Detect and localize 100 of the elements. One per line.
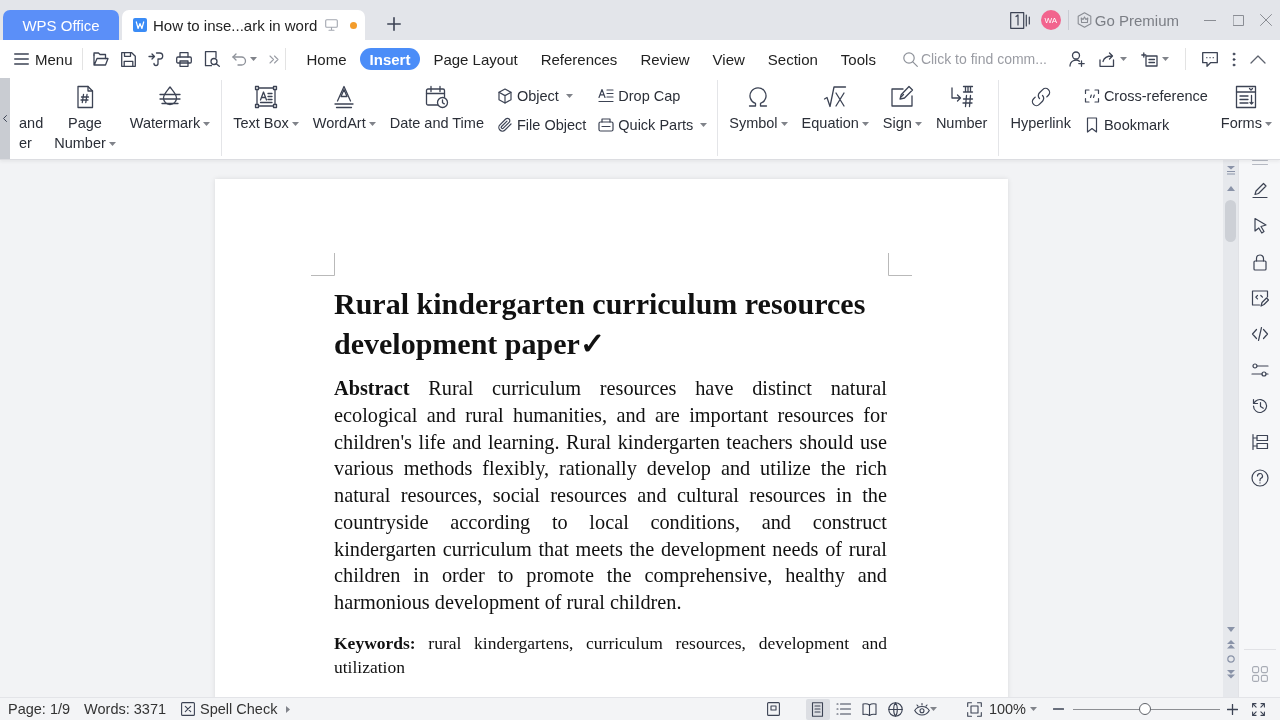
chevron-left-icon — [3, 115, 7, 122]
lock-icon[interactable] — [1250, 253, 1269, 271]
ribbon-button[interactable]: Sign — [879, 80, 925, 133]
drop-cap-icon — [598, 88, 615, 104]
zoom-slider-thumb[interactable] — [1139, 703, 1151, 715]
paperclip-icon — [497, 117, 513, 133]
chevron-up-icon[interactable] — [1250, 54, 1266, 64]
share-icon[interactable] — [1099, 51, 1116, 67]
ribbon-button[interactable]: Bookmark — [1081, 112, 1210, 138]
abstract-paragraph: Abstract Rural curriculum resources have distinct natural ecological and rural humanities, and are important resources for children's life and learning. Rural kindergarten teachers should use various methods flexibly, rationally develop and utilize the rich natural resources, social resources and cultural resources in the countryside according to local conditions, and construct kindergarten curriculum that meets the development needs of rural children in order to promote the comprehensive, healthy and harmonious development of rural children. — [334, 376, 887, 616]
ribbon-tab[interactable]: Section — [757, 48, 828, 70]
help-icon[interactable] — [1250, 469, 1269, 487]
ribbon-button[interactable]: Watermark — [126, 80, 214, 133]
tree-list-icon[interactable] — [1250, 433, 1269, 451]
ribbon-button[interactable]: Page Number — [51, 80, 119, 153]
maximize-icon — [1232, 14, 1244, 26]
ribbon-tab[interactable]: Page Layout — [423, 48, 528, 70]
caret-down-icon — [1030, 707, 1037, 711]
format-painter-icon[interactable] — [147, 51, 164, 67]
cube-icon — [497, 88, 513, 104]
margin-corner-icon — [311, 253, 335, 276]
ribbon-button[interactable]: Object — [495, 83, 589, 109]
ribbon-button[interactable]: File Object — [495, 112, 589, 138]
history-icon[interactable] — [1250, 397, 1269, 415]
ribbon-tab[interactable]: Home — [296, 48, 357, 70]
caret-down-icon — [1162, 57, 1169, 61]
undo-icon[interactable] — [231, 52, 247, 66]
code-edit-icon[interactable] — [1250, 289, 1269, 307]
ribbon-tab[interactable]: Tools — [830, 48, 886, 70]
ribbon-button[interactable]: Hyperlink — [1007, 80, 1074, 133]
more-icon[interactable] — [1232, 51, 1236, 67]
document-logo-icon — [133, 18, 147, 32]
plus-icon[interactable] — [387, 17, 401, 31]
x-box-icon — [181, 702, 196, 716]
outline-view-icon — [836, 701, 852, 717]
eye-icon[interactable] — [913, 702, 930, 716]
caret-down-icon — [249, 57, 257, 61]
ribbon-button[interactable]: Cross-reference — [1081, 83, 1210, 109]
ribbon-button[interactable]: Symbol — [726, 80, 791, 133]
zoom-level-button[interactable]: 100% — [988, 701, 1037, 717]
add-list-icon[interactable] — [1141, 51, 1158, 67]
ribbon-tab[interactable]: References — [530, 48, 628, 70]
reading-layout-icon[interactable] — [1009, 11, 1030, 29]
page-view-icon — [810, 701, 826, 717]
quick-parts-icon — [598, 117, 615, 133]
bracket-frame-icon — [1083, 88, 1100, 104]
ribbon-button[interactable]: and er — [18, 80, 44, 153]
ribbon-button[interactable]: Number — [932, 80, 991, 133]
minimize-icon — [1204, 19, 1216, 21]
ribbon-button[interactable]: Equation — [798, 80, 872, 133]
code-icon[interactable] — [1250, 325, 1269, 343]
search-icon — [902, 51, 918, 67]
view-mode-button[interactable] — [805, 698, 830, 720]
ribbon-button[interactable]: Forms — [1217, 80, 1275, 133]
save-icon[interactable] — [120, 51, 136, 67]
form-icon — [1234, 85, 1259, 109]
ribbon-button[interactable]: Text Box — [230, 80, 302, 133]
folder-icon[interactable] — [92, 52, 109, 66]
close-icon — [1260, 14, 1272, 26]
crown-hexagon-icon — [1076, 12, 1092, 28]
page-icon[interactable] — [766, 702, 780, 716]
reading-view-icon — [862, 701, 878, 717]
margin-corner-icon — [888, 253, 912, 276]
fit-page-icon[interactable] — [966, 701, 982, 717]
page-count: Page: 1/9 — [8, 701, 71, 717]
scrollbar-thumb[interactable] — [1225, 200, 1236, 242]
calendar-clock-icon — [424, 85, 449, 109]
ribbon-button[interactable]: Quick Parts — [596, 112, 710, 138]
ribbon-button[interactable]: Drop Cap — [596, 83, 710, 109]
printer-icon[interactable] — [175, 51, 192, 67]
fullscreen-icon[interactable] — [1252, 702, 1265, 716]
keywords-paragraph: Keywords: rural kindergartens, curriculum resources, development and utilization — [334, 631, 887, 679]
print-preview-icon[interactable] — [203, 51, 220, 67]
comment-icon[interactable] — [1202, 51, 1218, 67]
menu-button[interactable]: Menu — [14, 50, 73, 68]
caret-right-icon[interactable] — [286, 705, 291, 713]
ribbon-tab[interactable]: View — [702, 48, 755, 70]
sliders-icon[interactable] — [1250, 361, 1269, 379]
zoom-in-icon[interactable] — [1227, 703, 1238, 715]
numbering-icon — [949, 85, 974, 109]
ribbon-tab[interactable]: Review — [630, 48, 700, 70]
search-field[interactable]: Click to find comm... — [902, 51, 1053, 67]
monitor-icon — [325, 19, 338, 31]
double-chevron-icon[interactable] — [268, 54, 279, 64]
pen-square-icon — [890, 85, 915, 109]
web-view-icon — [888, 701, 904, 717]
caret-down-icon — [929, 707, 937, 711]
square-root-icon — [823, 85, 848, 109]
ribbon-button[interactable]: Date and Time — [386, 80, 487, 133]
add-user-icon[interactable] — [1069, 51, 1085, 67]
pen-icon[interactable] — [1250, 181, 1269, 199]
text-box-icon — [253, 85, 278, 109]
handle-lines-icon — [1251, 160, 1268, 165]
caret-down-icon — [1120, 57, 1127, 61]
document-tab[interactable]: How to inse...ark in word — [122, 10, 365, 40]
ribbon-button[interactable]: WordArt — [309, 80, 379, 133]
document-title: Rural kindergarten curriculum resources development paper✓ — [334, 286, 867, 362]
word-count: Words: 3371 — [84, 701, 167, 717]
menu-icon — [14, 53, 29, 65]
spell-check-button[interactable]: Spell Check — [181, 701, 278, 717]
